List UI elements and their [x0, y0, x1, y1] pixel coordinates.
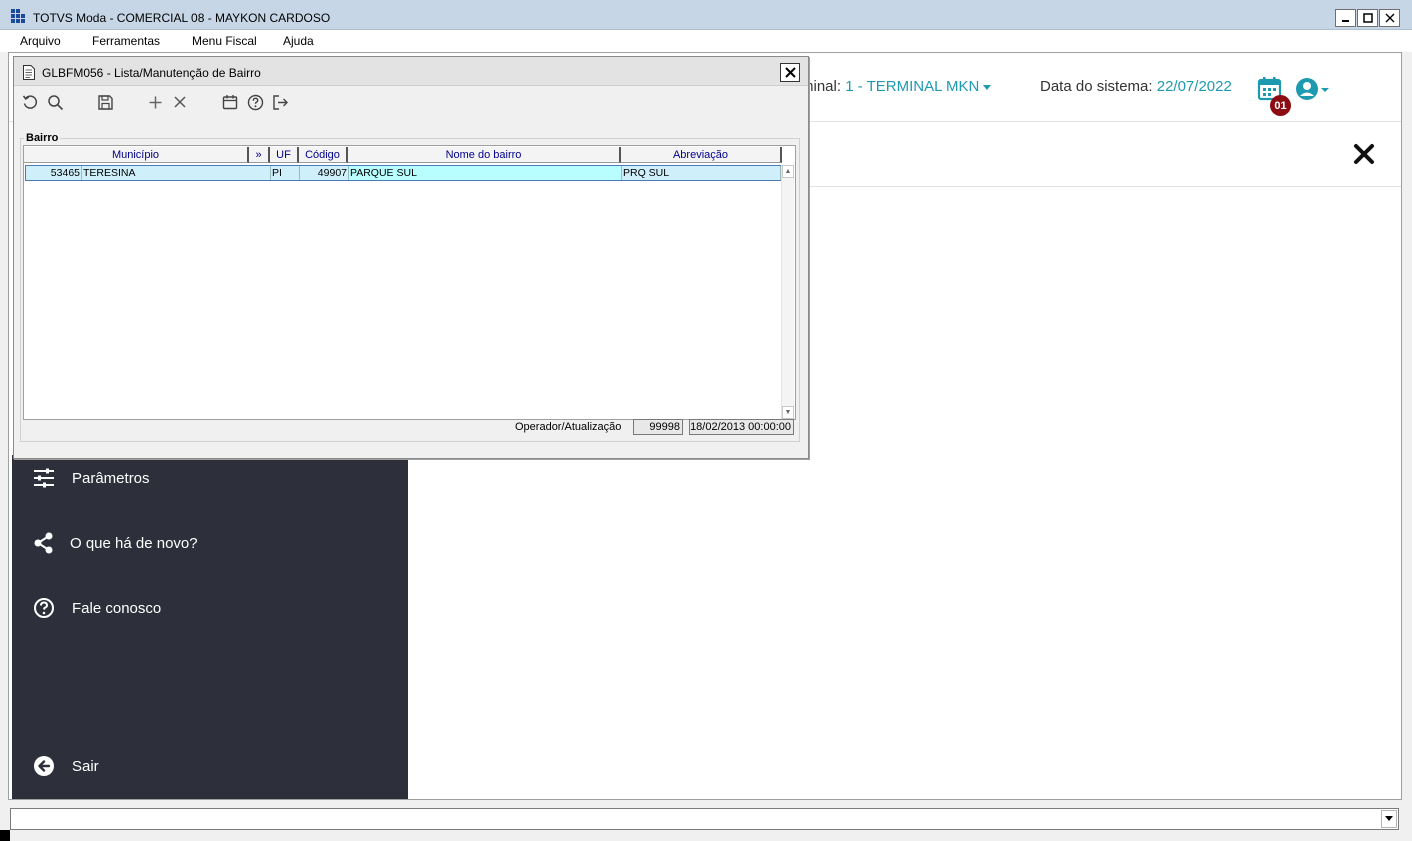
help-circle-icon: [32, 596, 56, 620]
calendar-button[interactable]: [221, 93, 239, 111]
dialog-close-button[interactable]: [780, 63, 800, 82]
cell-municipio-nome: TERESINA: [82, 166, 271, 180]
sliders-icon: [32, 466, 56, 490]
maximize-button[interactable]: [1357, 9, 1378, 27]
cell-abreviacao: PRQ SUL: [622, 166, 781, 180]
refresh-button[interactable]: [21, 93, 39, 111]
column-header-abreviacao[interactable]: Abreviação: [621, 147, 782, 163]
column-header-municipio[interactable]: Município: [24, 147, 249, 163]
bairro-grid: Município » UF Código Nome do bairro Abr…: [23, 145, 796, 420]
operator-field: 99998: [633, 419, 683, 435]
grid-header: Município » UF Código Nome do bairro Abr…: [24, 147, 782, 163]
column-header-uf[interactable]: UF: [270, 147, 299, 163]
document-icon: [23, 65, 35, 80]
scroll-up-arrow-icon[interactable]: ▲: [782, 165, 794, 178]
app-logo-icon: [11, 9, 25, 23]
menu-ajuda[interactable]: Ajuda: [283, 34, 314, 48]
sidebar-item-fale-conosco[interactable]: Fale conosco: [12, 588, 408, 628]
cell-uf: PI: [271, 166, 300, 180]
delete-x-icon: [174, 96, 186, 108]
dialog-title: GLBFM056 - Lista/Manutenção de Bairro: [42, 66, 261, 80]
cell-codigo: 49907: [300, 166, 349, 180]
maximize-icon: [1362, 13, 1373, 23]
table-row[interactable]: 53465 TERESINA PI 49907 PARQUE SUL PRQ S…: [25, 165, 782, 181]
dialog-toolbar: [14, 87, 808, 117]
save-button[interactable]: [96, 93, 114, 111]
sysdate-label: Data do sistema:: [1040, 78, 1153, 95]
dropdown-button[interactable]: [1381, 810, 1397, 828]
status-combobox[interactable]: [10, 808, 1399, 830]
minimize-button[interactable]: [1335, 9, 1356, 27]
system-date: Data do sistema: 22/07/2022: [1040, 78, 1232, 95]
minimize-icon: [1341, 20, 1349, 22]
scroll-down-arrow-icon[interactable]: ▼: [782, 406, 794, 419]
resize-grip: [0, 830, 10, 841]
sidebar-item-sair[interactable]: Sair: [12, 746, 408, 786]
plus-icon: [149, 96, 161, 108]
exit-button[interactable]: [271, 93, 289, 111]
bairro-dialog: GLBFM056 - Lista/Manutenção de Bairro Ba…: [13, 56, 809, 459]
sidebar: Parâmetros O que há de novo? Fale conosc…: [12, 455, 408, 799]
column-header-nome-bairro[interactable]: Nome do bairro: [348, 147, 621, 163]
terminal-value: 1 - TERMINAL MKN: [845, 78, 980, 95]
menu-bar: Arquivo Ferramentas Menu Fiscal Ajuda: [0, 30, 1412, 52]
search-icon: [47, 94, 63, 110]
delete-button[interactable]: [171, 93, 189, 111]
help-circle-icon: [247, 94, 263, 110]
close-window-button[interactable]: [1379, 9, 1400, 27]
sidebar-item-label: O que há de novo?: [70, 534, 198, 552]
column-header-codigo[interactable]: Código: [299, 147, 348, 163]
add-button[interactable]: [146, 93, 164, 111]
updated-field: 18/02/2013 00:00:00: [689, 419, 794, 435]
share-icon: [32, 531, 56, 555]
window-title: TOTVS Moda - COMERCIAL 08 - MAYKON CARDO…: [33, 11, 331, 25]
menu-arquivo[interactable]: Arquivo: [20, 34, 61, 48]
window-titlebar: TOTVS Moda - COMERCIAL 08 - MAYKON CARDO…: [0, 0, 1412, 30]
close-page-icon[interactable]: [1353, 143, 1375, 165]
sysdate-value: 22/07/2022: [1156, 78, 1232, 95]
column-header-expand[interactable]: »: [249, 147, 270, 163]
calendar-icon: [222, 95, 238, 110]
cell-municipio-codigo: 53465: [26, 166, 82, 180]
close-icon: [784, 67, 796, 78]
close-icon: [1385, 13, 1394, 23]
refresh-icon: [22, 94, 37, 109]
arrow-left-circle-icon: [32, 754, 56, 778]
sidebar-item-parametros[interactable]: Parâmetros: [12, 458, 408, 498]
search-button[interactable]: [46, 93, 64, 111]
sidebar-item-label: Sair: [72, 757, 99, 775]
user-avatar-icon[interactable]: [1294, 76, 1334, 102]
group-label: Bairro: [24, 132, 61, 144]
menu-ferramentas[interactable]: Ferramentas: [92, 34, 160, 48]
vertical-scrollbar[interactable]: ▲ ▼: [781, 165, 794, 419]
terminal-selector[interactable]: minal: 1 - TERMINAL MKN: [801, 78, 992, 95]
sidebar-item-label: Parâmetros: [72, 469, 150, 487]
chevron-down-icon: [1385, 816, 1393, 821]
save-icon: [97, 94, 113, 110]
sidebar-item-novidades[interactable]: O que há de novo?: [12, 523, 408, 563]
sidebar-item-label: Fale conosco: [72, 599, 162, 617]
cell-nome-bairro: PARQUE SUL: [349, 166, 622, 180]
menu-fiscal[interactable]: Menu Fiscal: [192, 34, 257, 48]
notification-badge: 01: [1270, 95, 1291, 116]
operator-label: Operador/Atualização: [515, 421, 622, 433]
dialog-titlebar: GLBFM056 - Lista/Manutenção de Bairro: [14, 57, 808, 86]
chevron-down-icon: [983, 84, 992, 90]
exit-icon: [272, 94, 288, 110]
help-button[interactable]: [246, 93, 264, 111]
